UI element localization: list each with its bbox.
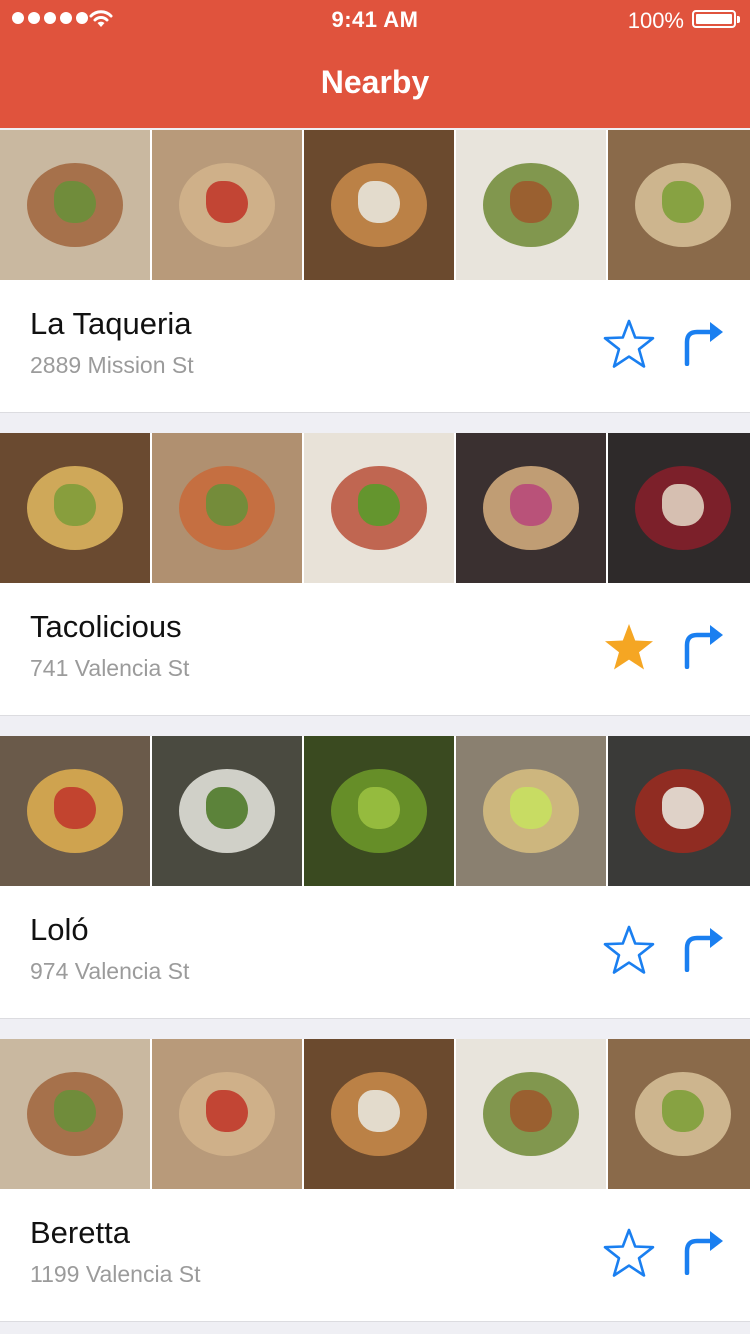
battery-icon bbox=[692, 10, 740, 28]
favorite-star-filled-icon[interactable] bbox=[602, 621, 656, 675]
header: 9:41 AM 100% Nearby bbox=[0, 0, 750, 128]
restaurant-address: 2889 Mission St bbox=[30, 352, 194, 378]
food-photo[interactable] bbox=[608, 736, 750, 886]
food-photo[interactable] bbox=[304, 736, 454, 886]
food-photo[interactable] bbox=[152, 130, 302, 280]
food-photo[interactable] bbox=[608, 130, 750, 280]
favorite-star-icon[interactable] bbox=[602, 318, 656, 372]
food-photo[interactable] bbox=[152, 736, 302, 886]
restaurant-address: 741 Valencia St bbox=[30, 655, 190, 681]
photo-strip bbox=[0, 1039, 750, 1189]
favorite-star-icon[interactable] bbox=[602, 1227, 656, 1281]
status-bar: 9:41 AM 100% bbox=[0, 0, 750, 40]
restaurant-card[interactable]: Loló 974 Valencia St bbox=[0, 736, 750, 1019]
nearby-screen: 9:41 AM 100% Nearby La Taqueria 2889 Miss… bbox=[0, 0, 750, 1334]
food-photo[interactable] bbox=[456, 130, 606, 280]
restaurant-card[interactable]: La Taqueria 2889 Mission St bbox=[0, 130, 750, 413]
restaurant-info: La Taqueria 2889 Mission St bbox=[0, 280, 750, 413]
food-photo[interactable] bbox=[304, 433, 454, 583]
battery-percent: 100% bbox=[627, 8, 684, 33]
restaurant-info: Loló 974 Valencia St bbox=[0, 886, 750, 1019]
food-photo[interactable] bbox=[152, 433, 302, 583]
food-photo[interactable] bbox=[456, 736, 606, 886]
food-photo[interactable] bbox=[152, 1039, 302, 1189]
food-photo[interactable] bbox=[0, 1039, 150, 1189]
restaurant-card[interactable]: Tacolicious 741 Valencia St bbox=[0, 433, 750, 716]
photo-strip bbox=[0, 736, 750, 886]
photo-strip bbox=[0, 130, 750, 280]
food-photo[interactable] bbox=[456, 1039, 606, 1189]
photo-strip bbox=[0, 433, 750, 583]
restaurant-info: Beretta 1199 Valencia St bbox=[0, 1189, 750, 1322]
food-photo[interactable] bbox=[0, 433, 150, 583]
restaurant-address: 974 Valencia St bbox=[30, 958, 190, 984]
food-photo[interactable] bbox=[0, 736, 150, 886]
food-photo[interactable] bbox=[0, 130, 150, 280]
food-photo[interactable] bbox=[608, 1039, 750, 1189]
restaurant-name: Loló bbox=[30, 912, 89, 947]
favorite-star-icon[interactable] bbox=[602, 924, 656, 978]
page-title: Nearby bbox=[320, 64, 430, 100]
food-photo[interactable] bbox=[304, 1039, 454, 1189]
restaurant-list: La Taqueria 2889 Mission St Tacolicious 741… bbox=[0, 130, 750, 1334]
restaurant-address: 1199 Valencia St bbox=[30, 1261, 201, 1287]
directions-icon[interactable] bbox=[682, 320, 724, 366]
restaurant-info: Tacolicious 741 Valencia St bbox=[0, 583, 750, 716]
restaurant-name: Tacolicious bbox=[30, 609, 182, 644]
restaurant-name: Beretta bbox=[30, 1215, 130, 1250]
restaurant-card[interactable]: Beretta 1199 Valencia St bbox=[0, 1039, 750, 1322]
food-photo[interactable] bbox=[304, 130, 454, 280]
food-photo[interactable] bbox=[456, 433, 606, 583]
food-photo[interactable] bbox=[608, 433, 750, 583]
restaurant-name: La Taqueria bbox=[30, 306, 192, 341]
directions-icon[interactable] bbox=[682, 1229, 724, 1275]
directions-icon[interactable] bbox=[682, 623, 724, 669]
directions-icon[interactable] bbox=[682, 926, 724, 972]
